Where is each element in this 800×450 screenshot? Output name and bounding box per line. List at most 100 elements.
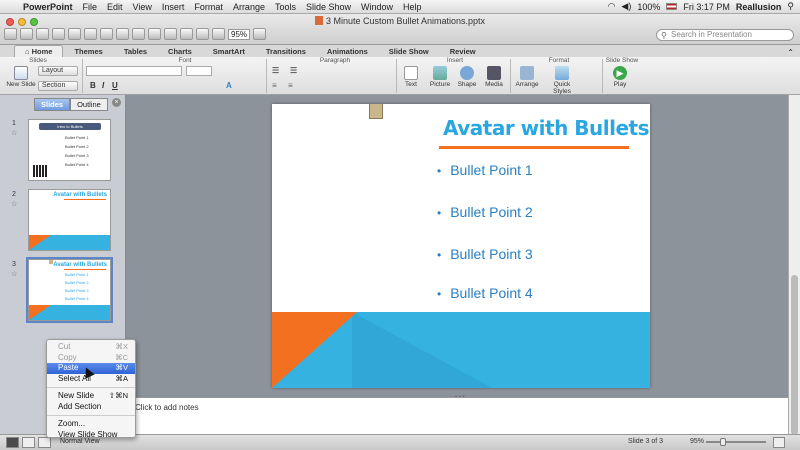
transition-star-icon: ☆ [11,201,18,208]
quick-styles-button[interactable]: Quick Styles [544,66,580,95]
volume-icon[interactable]: ◀) [621,1,631,12]
menu-edit[interactable]: Edit [102,2,128,12]
fit-to-window-icon[interactable] [773,437,785,448]
input-source-flag-icon[interactable] [666,3,678,10]
thumbnail-number: 1 [12,120,16,127]
avatar-image[interactable] [369,104,383,119]
save-icon[interactable] [52,28,65,40]
paste-icon[interactable] [116,28,129,40]
redo-icon[interactable] [164,28,177,40]
search-input[interactable]: ⚲ Search in Presentation [656,29,794,41]
underline-button[interactable]: U [112,81,118,90]
bold-button[interactable]: B [90,81,96,90]
menu-file[interactable]: File [78,2,103,12]
tab-themes[interactable]: Themes [64,46,112,57]
menu-arrange[interactable]: Arrange [228,2,270,12]
menu-window[interactable]: Window [356,2,398,12]
bullet-item[interactable]: • Bullet Point 2 [437,204,533,220]
slide-thumbnail-2[interactable]: Avatar with Bullets [28,189,111,251]
bullets-button[interactable]: ☰ [272,66,279,75]
tab-review[interactable]: Review [440,46,486,57]
bullet-item[interactable]: • Bullet Point 1 [437,162,533,178]
new-icon[interactable] [4,28,17,40]
zoom-slider[interactable] [706,438,766,446]
slide-thumbnail-3[interactable]: Avatar with Bullets Bullet Point 1 Bulle… [26,257,113,323]
templates-icon[interactable] [20,28,33,40]
numbering-button[interactable]: ☰ [290,66,297,75]
tab-smartart[interactable]: SmartArt [203,46,255,57]
menu-format[interactable]: Format [189,2,228,12]
copy-icon[interactable] [100,28,113,40]
media-icon[interactable] [180,28,193,40]
thumbnail-bullet: Bullet Point 1 [65,272,89,277]
menu-item-cut[interactable]: Cut ⌘X [47,342,135,353]
normal-view-button[interactable] [6,437,19,448]
menu-item-add-section[interactable]: Add Section [47,402,135,413]
close-pane-icon[interactable]: × [112,98,121,107]
group-label-paragraph: Paragraph [319,57,351,64]
undo-icon[interactable] [148,28,161,40]
tab-home[interactable]: ⌂ Home [14,45,64,57]
menu-view[interactable]: View [128,2,157,12]
menu-item-copy[interactable]: Copy ⌘C [47,353,135,364]
zoom-slider-knob[interactable] [720,438,726,446]
tab-tables[interactable]: Tables [114,46,157,57]
slide-title[interactable]: Avatar with Bullets [443,116,650,140]
arrange-button[interactable]: Arrange [514,66,540,88]
tab-animations[interactable]: Animations [317,46,378,57]
print-icon[interactable] [68,28,81,40]
insert-media-button[interactable]: Media [482,66,506,88]
vertical-scrollbar[interactable] [788,95,800,435]
menu-item-new-slide[interactable]: New Slide ⇧⌘N [47,391,135,402]
menu-help[interactable]: Help [398,2,427,12]
align-left-button[interactable]: ≡ [272,81,277,90]
tab-charts[interactable]: Charts [158,46,202,57]
menu-item-zoom[interactable]: Zoom... [47,419,135,430]
menu-slide-show[interactable]: Slide Show [301,2,356,12]
gallery-icon[interactable] [196,28,209,40]
new-slide-button[interactable]: New Slide [6,66,36,88]
ribbon-collapse-icon[interactable]: ⌃ [787,48,794,57]
document-title: 3 Minute Custom Bullet Animations.pptx [0,16,800,26]
font-color-button[interactable]: A [226,81,232,90]
sidebar-toggle-icon[interactable] [212,28,225,40]
italic-button[interactable]: I [102,81,104,90]
tab-transitions[interactable]: Transitions [256,46,316,57]
clock[interactable]: Fri 3:17 PM [683,2,730,12]
menu-tools[interactable]: Tools [270,2,301,12]
menu-app[interactable]: PowerPoint [18,2,78,12]
slide-thumbnail-1[interactable]: Intro to Bullets Bullet Point 1 Bullet P… [28,119,111,181]
tab-outline[interactable]: Outline [70,98,108,111]
group-label-slides: Slides [29,57,47,64]
thumbnail-bullet: Bullet Point 1 [65,135,89,140]
font-name-field[interactable] [86,66,182,76]
notes-placeholder: Click to add notes [135,403,199,412]
tab-slides[interactable]: Slides [34,98,71,111]
tab-slide-show[interactable]: Slide Show [379,46,439,57]
user-name[interactable]: Reallusion [736,2,782,12]
wifi-icon[interactable]: ◠ [608,1,616,12]
align-center-button[interactable]: ≡ [288,81,293,90]
section-button[interactable]: Section [38,81,78,91]
help-icon[interactable] [253,28,266,40]
open-icon[interactable] [36,28,49,40]
bullet-item[interactable]: • Bullet Point 4 [437,285,533,301]
insert-shape-button[interactable]: Shape [456,66,478,88]
cut-icon[interactable] [84,28,97,40]
slide-sorter-button[interactable] [22,437,35,448]
menu-item-view-slide-show[interactable]: View Slide Show [47,430,135,441]
battery-percent[interactable]: 100% [637,2,660,12]
bullet-item[interactable]: • Bullet Point 3 [437,246,533,262]
arrange-icon [520,66,534,80]
zoom-field[interactable]: 95% [228,28,250,40]
insert-text-button[interactable]: Text [400,66,422,88]
layout-button[interactable]: Layout [38,66,78,76]
font-size-field[interactable] [186,66,212,76]
menu-insert[interactable]: Insert [157,2,190,12]
slide-editor[interactable]: Avatar with Bullets • Bullet Point 1 • Bul… [272,104,650,388]
notes-pane[interactable]: Click to add notes [127,397,788,434]
insert-picture-button[interactable]: Picture [426,66,454,88]
format-painter-icon[interactable] [132,28,145,40]
spotlight-icon[interactable]: ⚲ [787,1,794,12]
play-button[interactable]: ▶ Play [608,66,632,88]
